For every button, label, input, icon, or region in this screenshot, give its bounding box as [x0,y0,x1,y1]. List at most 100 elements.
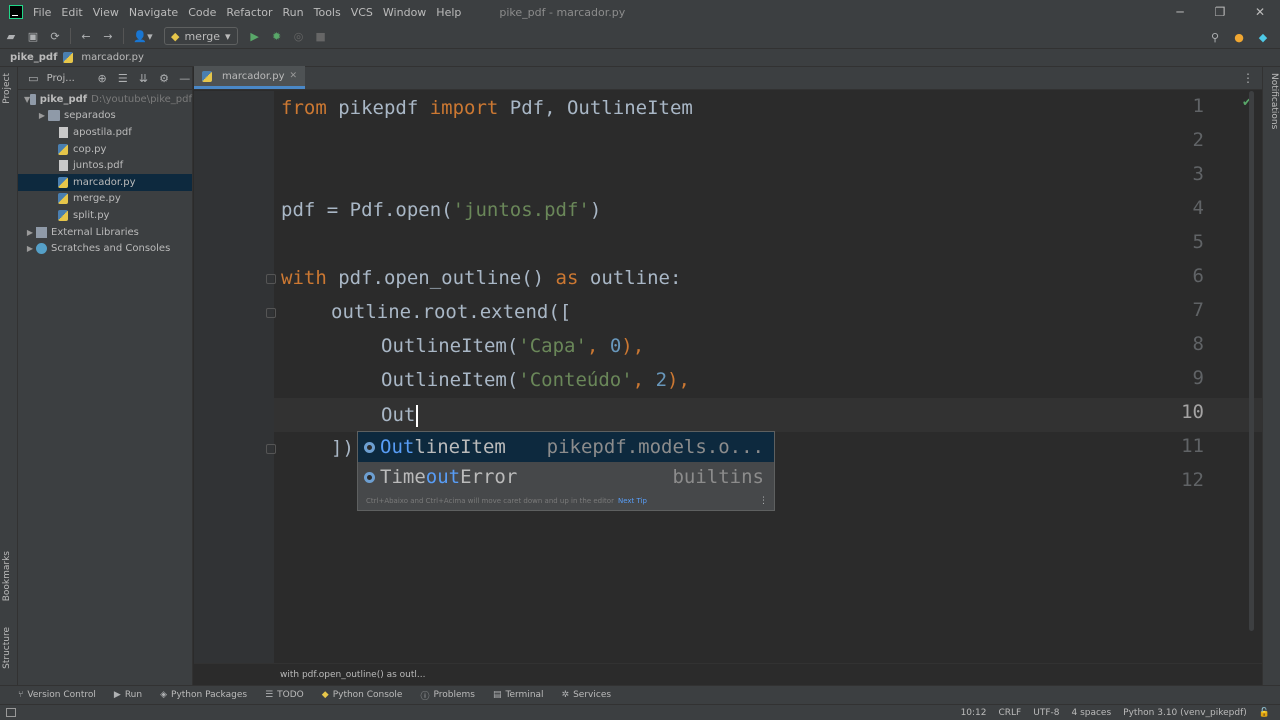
completion-item[interactable]: Time out Error builtins [358,462,774,492]
file-encoding[interactable]: UTF-8 [1033,708,1059,718]
next-tip-link[interactable]: Next Tip [618,497,647,505]
gear-icon[interactable]: ⚙ [157,72,172,85]
back-arrow-icon[interactable]: ← [75,25,97,47]
tree-root-label: pike_pdf [39,93,88,105]
more-options-icon[interactable]: ⋮ [1242,71,1254,85]
code-text: ), [621,335,645,357]
menu-window[interactable]: Window [383,6,426,19]
tree-scratches[interactable]: ▶ Scratches and Consoles [18,240,192,257]
tree-item-juntos[interactable]: juntos.pdf [18,157,192,174]
collapse-all-icon[interactable]: ⇊ [136,72,151,85]
menu-file[interactable]: File [33,6,51,19]
more-options-icon[interactable]: ⋮ [759,496,768,506]
tool-todo[interactable]: ☰ TODO [265,690,304,700]
forward-arrow-icon[interactable]: → [97,25,119,47]
vertical-scrollbar[interactable] [1249,91,1254,631]
updates-icon[interactable]: ● [1228,26,1250,48]
tree-root[interactable]: ▼ pike_pdf D:\youtube\pike_pdf [18,91,192,108]
save-icon[interactable]: ▣ [22,25,44,47]
tree-item-separados[interactable]: ▶ separados [18,108,192,125]
menu-tools[interactable]: Tools [314,6,341,19]
comma: , [586,335,610,357]
list-icon: ☰ [265,690,274,700]
python-file-icon [202,70,212,82]
completion-item[interactable]: Out lineItem pikepdf.models.o... [358,432,774,462]
stop-icon[interactable]: ■ [310,25,332,47]
run-icon: ▶ [113,690,121,700]
close-tab-icon[interactable]: ✕ [290,71,298,81]
tree-external-libraries[interactable]: ▶ External Libraries [18,224,192,241]
chevron-right-icon[interactable]: ▶ [24,228,36,237]
completion-hint-text: Ctrl+Abaixo and Ctrl+Acima will move car… [366,497,614,505]
expand-all-icon[interactable]: ☰ [115,72,130,85]
tree-item-apostila[interactable]: apostila.pdf [18,124,192,141]
locate-icon[interactable]: ⊕ [95,72,110,85]
tree-item-merge[interactable]: merge.py [18,191,192,208]
line-number: 3 [1192,163,1204,185]
tree-item-label: juntos.pdf [73,160,124,172]
tool-terminal[interactable]: ▤ Terminal [493,690,544,700]
hide-icon[interactable]: — [177,72,192,85]
line-separator[interactable]: CRLF [999,708,1022,718]
nav-project[interactable]: pike_pdf [10,52,57,63]
chevron-right-icon[interactable]: ▶ [36,111,48,120]
stripe-bookmarks[interactable]: Bookmarks [2,551,16,601]
code-line-7: outline.root.extend([ [331,295,571,329]
menu-vcs[interactable]: VCS [351,6,373,19]
tree-item-cop[interactable]: cop.py [18,141,192,158]
nav-file[interactable]: marcador.py [63,52,144,63]
fold-marker-icon[interactable] [266,274,276,284]
string-literal: 'Conteúdo' [518,369,633,391]
tool-services[interactable]: ✲ Services [562,690,612,700]
code-text: ), [667,369,690,391]
tool-label: TODO [277,690,304,700]
menu-view[interactable]: View [93,6,119,19]
fold-marker-icon[interactable] [266,444,276,454]
coverage-icon[interactable]: ◎ [288,25,310,47]
minimize-icon[interactable]: ─ [1160,0,1200,24]
window-controls: ─ ❐ ✕ [1160,0,1280,24]
class-icon [364,471,375,483]
project-panel-header: ▭ Proj... ⊕ ☰ ⇊ ⚙ — [18,67,192,90]
stripe-project[interactable]: Project [2,73,16,104]
code-text: OutlineItem( [381,369,519,391]
project-panel-title[interactable]: Proj... [47,73,75,84]
search-icon[interactable]: ⚲ [1204,26,1226,48]
library-icon [36,226,47,238]
caret-position[interactable]: 10:12 [961,708,987,718]
tool-problems[interactable]: ⓘ Problems [420,689,475,702]
tree-item-split[interactable]: split.py [18,207,192,224]
tool-version-control[interactable]: ⑂ Version Control [18,690,96,700]
indent-setting[interactable]: 4 spaces [1071,708,1111,718]
chevron-right-icon[interactable]: ▶ [24,244,36,253]
menu-navigate[interactable]: Navigate [129,6,178,19]
user-icon[interactable]: 👤▾ [128,25,158,47]
code-area[interactable]: 1 2 3 4 5 6 7 8 9 10 11 12 from pikepdf … [194,91,1262,663]
run-config-dropdown[interactable]: ◆ merge ▾ [164,27,238,45]
tool-python-packages[interactable]: ◈ Python Packages [160,690,247,700]
open-folder-icon[interactable]: ▰ [0,25,22,47]
jetbrains-icon[interactable]: ◆ [1252,26,1274,48]
tree-item-marcador[interactable]: marcador.py [18,173,192,191]
stripe-notifications[interactable]: Notifications [1265,73,1279,129]
run-icon[interactable]: ▶ [244,25,266,47]
debug-icon[interactable]: ✹ [266,25,288,47]
fold-marker-icon[interactable] [266,308,276,318]
restore-icon[interactable]: ❐ [1200,0,1240,24]
tab-marcador[interactable]: marcador.py ✕ [194,66,306,89]
python-interpreter[interactable]: Python 3.10 (venv_pikepdf) [1123,708,1247,718]
menu-run[interactable]: Run [283,6,304,19]
menu-edit[interactable]: Edit [61,6,82,19]
sync-icon[interactable]: ⟳ [44,25,66,47]
tool-python-console[interactable]: ◆ Python Console [322,690,403,700]
tool-run[interactable]: ▶ Run [114,690,142,700]
project-view-icon[interactable]: ▭ [26,72,41,85]
toggle-tool-windows-icon[interactable] [6,708,16,717]
menu-help[interactable]: Help [436,6,461,19]
menu-refactor[interactable]: Refactor [226,6,272,19]
close-icon[interactable]: ✕ [1240,0,1280,24]
lock-icon[interactable]: 🔓 [1259,708,1270,718]
stripe-structure[interactable]: Structure [2,627,16,669]
breadcrumb-text[interactable]: with pdf.open_outline() as outl... [280,670,425,680]
menu-code[interactable]: Code [188,6,216,19]
